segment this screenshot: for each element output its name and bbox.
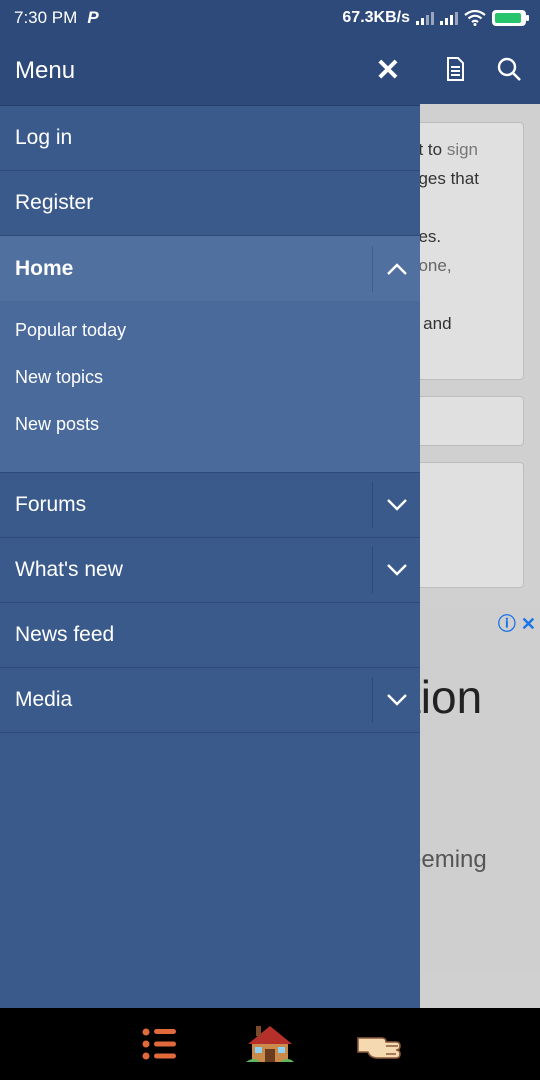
document-icon[interactable]: [440, 54, 470, 84]
menu-item-label: Forums: [15, 493, 87, 516]
card-line: ues.: [409, 227, 442, 246]
card-line: hone,: [409, 256, 452, 275]
list-icon[interactable]: [136, 1022, 184, 1066]
menu-item-label: Home: [15, 256, 74, 280]
menu-item-log-in[interactable]: Log in: [0, 106, 420, 171]
menu-item-whats-new[interactable]: What's new: [0, 538, 420, 603]
wifi-icon: [464, 10, 486, 26]
card-line: [409, 193, 515, 222]
drawer-header: Menu ✕: [0, 36, 420, 106]
drawer-title: Menu: [15, 56, 76, 84]
card-line: [409, 280, 515, 309]
signal-icon: [416, 11, 434, 25]
chevron-up-icon[interactable]: [372, 245, 420, 292]
bottom-nav: [0, 1008, 540, 1080]
menu-item-label: News feed: [15, 623, 115, 646]
chevron-down-icon[interactable]: [372, 482, 420, 528]
network-speed: 67.3KB/s: [342, 9, 410, 26]
card-line: e and: [409, 314, 452, 333]
submenu-item-popular-today[interactable]: Popular today: [0, 307, 420, 354]
menu-item-media[interactable]: Media: [0, 668, 420, 733]
card-line: eges that: [409, 169, 479, 188]
menu-item-news-feed[interactable]: News feed: [0, 603, 420, 668]
menu-item-home[interactable]: Home: [0, 236, 420, 301]
menu-item-label: Media: [15, 688, 73, 711]
submenu-item-new-topics[interactable]: New topics: [0, 354, 420, 401]
status-time: 7:30 PM: [14, 8, 78, 27]
app-notification-icon: P: [87, 8, 99, 27]
battery-charging-icon: [492, 10, 529, 26]
menu-item-forums[interactable]: Forums: [0, 473, 420, 538]
submenu-item-new-posts[interactable]: New posts: [0, 401, 420, 448]
card-line: nt to sign: [409, 140, 478, 159]
signal-icon: [440, 11, 458, 25]
search-icon[interactable]: [494, 54, 524, 84]
menu-item-label: Register: [15, 191, 94, 214]
home-submenu: Popular today New topics New posts: [0, 301, 420, 473]
menu-item-label: Log in: [15, 126, 73, 149]
pointing-hand-icon[interactable]: [356, 1022, 404, 1066]
home-icon[interactable]: [246, 1022, 294, 1066]
menu-item-label: What's new: [15, 558, 123, 581]
adchoices-icon[interactable]: ⓘ ✕: [498, 610, 536, 636]
status-bar: 7:30 PM P 67.3KB/s: [0, 0, 540, 36]
navigation-drawer: Menu ✕ Log in Register Home Popular toda…: [0, 36, 420, 1008]
status-right: 67.3KB/s: [342, 9, 529, 27]
advertisement[interactable]: ⓘ ✕ tion eeming: [400, 608, 540, 974]
chevron-down-icon[interactable]: [372, 547, 420, 593]
chevron-down-icon[interactable]: [372, 677, 420, 723]
close-icon[interactable]: ✕: [371, 53, 405, 88]
menu-item-register[interactable]: Register: [0, 171, 420, 236]
